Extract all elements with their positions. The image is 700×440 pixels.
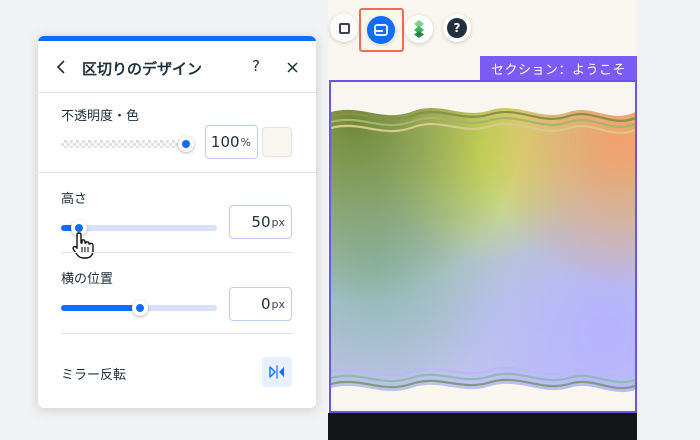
panel-header: 区切りのデザイン ? bbox=[38, 41, 316, 93]
section-frame[interactable] bbox=[329, 80, 637, 413]
horizontal-position-value: 0 bbox=[260, 295, 271, 313]
close-button[interactable] bbox=[285, 57, 299, 77]
mirror-toggle-button[interactable] bbox=[262, 357, 292, 387]
next-section-dark bbox=[328, 413, 637, 440]
section-divider bbox=[61, 252, 293, 253]
height-label: 高さ bbox=[61, 192, 88, 207]
horizontal-position-label: 横の位置 bbox=[61, 272, 114, 287]
horizontal-position-unit: px bbox=[271, 297, 286, 311]
section-tag[interactable]: セクション：ようこそ bbox=[480, 56, 637, 80]
height-unit: px bbox=[271, 215, 286, 229]
panel-title: 区切りのデザイン bbox=[82, 60, 203, 78]
hand-cursor-icon bbox=[72, 232, 94, 259]
layers-tool-button[interactable] bbox=[405, 15, 433, 43]
close-icon bbox=[286, 61, 298, 73]
divider-icon bbox=[374, 24, 388, 36]
chevron-left-icon bbox=[56, 60, 65, 74]
back-button[interactable] bbox=[52, 58, 70, 76]
section-divider bbox=[61, 333, 293, 334]
divider-tool-button[interactable] bbox=[367, 16, 395, 44]
mirror-label: ミラー反転 bbox=[61, 368, 127, 383]
section-gradient-background bbox=[331, 82, 635, 411]
opacity-slider-track[interactable] bbox=[61, 140, 185, 148]
square-icon bbox=[338, 22, 350, 34]
opacity-slider-handle[interactable] bbox=[178, 136, 194, 152]
mirror-flip-icon bbox=[269, 365, 284, 379]
divider-color-swatch[interactable] bbox=[262, 127, 292, 157]
help-icon: ? bbox=[447, 18, 467, 38]
opacity-unit: % bbox=[240, 135, 251, 149]
height-value: 50 bbox=[251, 213, 271, 231]
opacity-value: 100 bbox=[210, 133, 240, 151]
height-input[interactable]: 50 px bbox=[229, 205, 292, 239]
divider-design-panel: 区切りのデザイン ? 不透明度・色 100% 高さ 50 px 横の位置 0 px … bbox=[38, 36, 316, 408]
horizontal-position-slider-fill bbox=[61, 305, 139, 311]
horizontal-position-input[interactable]: 0 px bbox=[229, 287, 292, 321]
square-tool-button[interactable] bbox=[330, 14, 358, 42]
help-tool-button[interactable]: ? bbox=[443, 14, 471, 42]
section-divider bbox=[38, 172, 316, 173]
opacity-color-label: 不透明度・色 bbox=[61, 109, 140, 124]
help-button[interactable]: ? bbox=[252, 57, 260, 75]
layers-icon bbox=[414, 20, 424, 38]
horizontal-position-slider-handle[interactable] bbox=[132, 300, 148, 316]
opacity-input[interactable]: 100% bbox=[205, 125, 258, 159]
